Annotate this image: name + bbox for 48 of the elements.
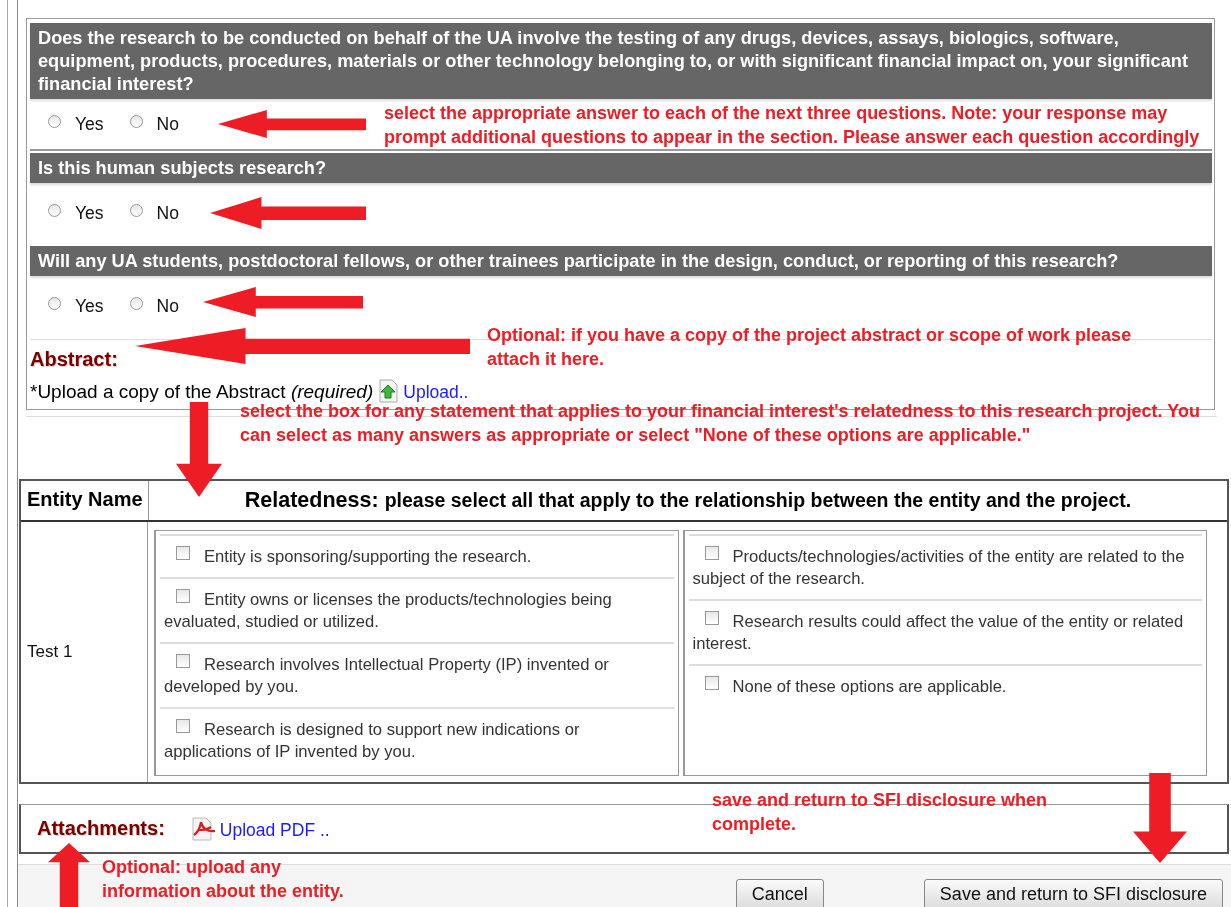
- attachments-label: Attachments:: [37, 817, 165, 840]
- pdf-icon[interactable]: [190, 816, 217, 841]
- save-button[interactable]: Save and return to SFI disclosure: [923, 879, 1223, 907]
- annotation-note: save and return to SFI disclosure when complete.: [712, 789, 1049, 836]
- abstract-label: Abstract:: [30, 348, 118, 371]
- upload-link[interactable]: Upload..: [403, 382, 469, 403]
- radio-option[interactable]: Yes: [48, 296, 104, 317]
- option-label[interactable]: None of these options are applicable.: [688, 664, 1202, 707]
- question-header: Is this human subjects research?: [30, 153, 1212, 183]
- upload-pdf-link[interactable]: Upload PDF ..: [219, 819, 330, 841]
- checkbox[interactable]: [704, 676, 719, 690]
- annotation-note: select the appropriate answer to each of the next three questions. Note: your response may prompt additional questions to appear in the section. Please answer each question accordingly: [384, 102, 1201, 149]
- cancel-button[interactable]: Cancel: [735, 879, 824, 907]
- option-label[interactable]: Research involves Intellectual Property (IP) invented or developed by you.: [160, 642, 674, 707]
- annotation-note: select the box for any statement that applies to your financial interest's relatedness to this research project. You can select as many answers as appropriate or select "None of these options are applicable.": [240, 401, 1201, 447]
- radio-option[interactable]: Yes: [48, 113, 104, 135]
- entity-name: Test 1: [21, 522, 148, 782]
- column-header-text: please select all that apply to the relationship between the entity and the project.: [384, 489, 1132, 512]
- radio-button[interactable]: [129, 297, 143, 310]
- option-label[interactable]: Research is designed to support new indications or applications of IP invented by you.: [160, 707, 674, 772]
- checkbox[interactable]: [704, 546, 719, 560]
- question-header: Does the research to be conducted on behalf of the UA involve the testing of any drugs, devices, assays, biologics, software, equipment, products, procedures, materials or other technology belonging to, or with significant financial impact on, your significant financial interest?: [30, 23, 1212, 99]
- option-label[interactable]: Entity is sponsoring/supporting the research.: [160, 534, 674, 577]
- option-label[interactable]: Entity owns or licenses the products/technologies being evaluated, studied or utilized.: [160, 577, 674, 642]
- radio-option[interactable]: Yes: [48, 203, 104, 224]
- option-label[interactable]: Research results could affect the value of the entity or related interest.: [688, 599, 1202, 664]
- radio-button[interactable]: [48, 114, 61, 128]
- radio-button[interactable]: [48, 297, 61, 310]
- checkbox[interactable]: [176, 589, 190, 603]
- radio-option[interactable]: No: [129, 203, 179, 224]
- annotation-note: Optional: upload any information about the entity.: [102, 856, 345, 903]
- checkbox[interactable]: [176, 654, 190, 668]
- annotation-note: Optional: if you have a copy of the project abstract or scope of work please attach it here.: [487, 324, 1133, 371]
- checkbox[interactable]: [176, 719, 190, 733]
- radio-option[interactable]: No: [129, 296, 179, 317]
- column-header: Entity Name: [26, 487, 144, 512]
- column-header: Relatedness:: [244, 488, 379, 513]
- radio-button[interactable]: [48, 204, 61, 217]
- arrow: [48, 843, 90, 907]
- checkbox[interactable]: [176, 546, 190, 560]
- checkbox[interactable]: [704, 611, 719, 625]
- radio-button[interactable]: [129, 204, 143, 217]
- upload-instruction: *Upload a copy of the Abstract (required): [30, 381, 374, 403]
- upload-icon[interactable]: [376, 379, 401, 403]
- radio-button[interactable]: [129, 114, 143, 128]
- question-header: Will any UA students, postdoctoral fellows, or other trainees participate in the design, conduct, or reporting of this research?: [30, 246, 1212, 276]
- radio-option[interactable]: No: [129, 113, 179, 135]
- option-label[interactable]: Products/technologies/activities of the entity are related to the subject of the research.: [688, 534, 1202, 599]
